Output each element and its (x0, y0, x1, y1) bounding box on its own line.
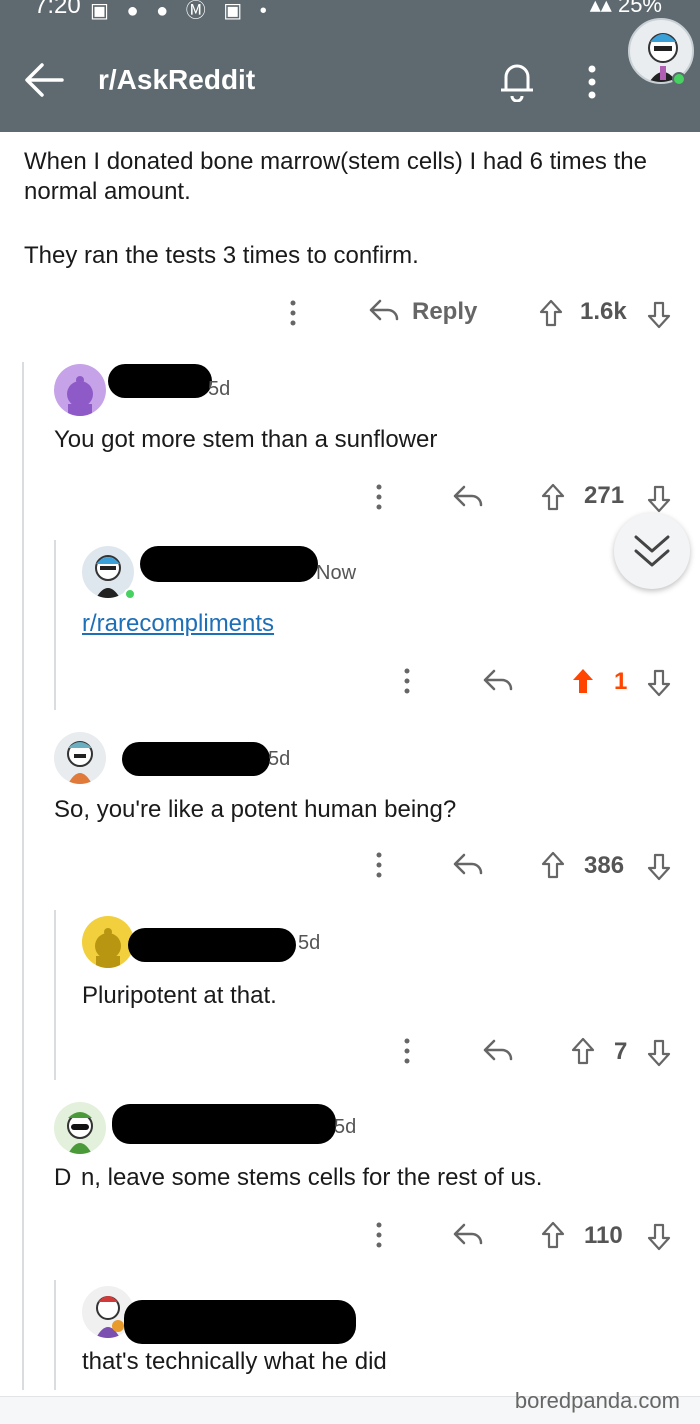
thread-line-level-2c (54, 1280, 56, 1390)
comment-more-icon[interactable] (400, 666, 414, 696)
reply-arrow-icon[interactable] (368, 298, 400, 324)
comment-text: So, you're like a potent human being? (54, 796, 457, 823)
comment-text: D n, leave some stems cells for the rest… (54, 1164, 543, 1191)
thread-line-level-2a (54, 540, 56, 710)
comment-time: 5d (298, 932, 321, 954)
comment-time: 5d (268, 748, 291, 770)
upvote-icon[interactable] (540, 1220, 566, 1250)
downvote-icon[interactable] (646, 852, 672, 882)
redacted-username (140, 546, 318, 582)
avatar[interactable] (54, 732, 106, 784)
comment-vote-count: 110 (584, 1222, 623, 1249)
app-bar: r/AskReddit (0, 22, 700, 132)
comment-vote-count: 271 (584, 482, 625, 509)
post-body-line-2: normal amount. (24, 178, 191, 205)
downvote-icon[interactable] (646, 300, 672, 330)
avatar[interactable] (82, 916, 134, 968)
notification-icons: ▣ ● ● Ⓜ ▣ • (90, 0, 273, 22)
more-options-icon[interactable] (578, 62, 606, 102)
post-vote-count: 1.6k (580, 298, 627, 325)
comment-more-icon[interactable] (372, 482, 386, 512)
status-time: 7:20 (34, 0, 81, 19)
subreddit-link[interactable]: r/rarecompliments (82, 610, 274, 638)
reply-button[interactable]: Reply (412, 298, 477, 326)
downvote-icon[interactable] (646, 668, 672, 698)
redacted-username (124, 1300, 356, 1344)
downvote-icon[interactable] (646, 1222, 672, 1252)
redacted-username (122, 742, 270, 776)
bell-icon[interactable] (498, 60, 536, 102)
upvote-active-icon[interactable] (570, 666, 596, 696)
double-chevron-down-icon (634, 535, 670, 567)
watermark: boredpanda.com (514, 1388, 680, 1413)
avatar[interactable] (54, 364, 106, 416)
reply-arrow-icon[interactable] (452, 1222, 484, 1248)
post-more-icon[interactable] (286, 298, 300, 328)
upvote-icon[interactable] (540, 482, 566, 512)
downvote-icon[interactable] (646, 484, 672, 514)
online-status-dot (672, 72, 686, 86)
comment-more-icon[interactable] (400, 1036, 414, 1066)
upvote-icon[interactable] (538, 298, 564, 328)
downvote-icon[interactable] (646, 1038, 672, 1068)
comment-text: You got more stem than a sunflower (54, 426, 438, 453)
comment-time: 5d (208, 378, 231, 400)
back-arrow-icon[interactable] (24, 62, 64, 98)
redacted-username (108, 364, 212, 398)
comment-vote-count: 7 (614, 1038, 628, 1065)
comment-more-icon[interactable] (372, 850, 386, 880)
upvote-icon[interactable] (540, 850, 566, 880)
redacted-username (112, 1104, 336, 1144)
upvote-icon[interactable] (570, 1036, 596, 1066)
subreddit-title: r/AskReddit (98, 64, 256, 95)
online-status-dot (124, 588, 136, 600)
post-body-line-1: When I donated bone marrow(stem cells) I… (24, 148, 647, 175)
comment-text: Pluripotent at that. (82, 982, 277, 1009)
comment-vote-count: 1 (614, 668, 628, 695)
comment-vote-count: 386 (584, 852, 625, 879)
comment-text: that's technically what he did (82, 1348, 387, 1375)
comment-time: Now (316, 562, 357, 584)
thread-line-level-1 (22, 362, 24, 1390)
comment-more-icon[interactable] (372, 1220, 386, 1250)
reply-arrow-icon[interactable] (482, 668, 514, 694)
thread-line-level-2b (54, 910, 56, 1080)
reply-arrow-icon[interactable] (452, 852, 484, 878)
battery-indicator: ▴▴ 25% (590, 0, 662, 18)
reply-arrow-icon[interactable] (482, 1038, 514, 1064)
status-bar: 7:20 ▣ ● ● Ⓜ ▣ • ▴▴ 25% (0, 0, 700, 22)
avatar[interactable] (54, 1102, 106, 1154)
signal-icon: ▴▴ (589, 0, 618, 17)
redacted-username (128, 928, 296, 962)
post-body-line-3: They ran the tests 3 times to confirm. (24, 242, 419, 269)
comment-time: 5d (334, 1116, 357, 1138)
next-comment-button[interactable] (614, 513, 690, 589)
reply-arrow-icon[interactable] (452, 484, 484, 510)
